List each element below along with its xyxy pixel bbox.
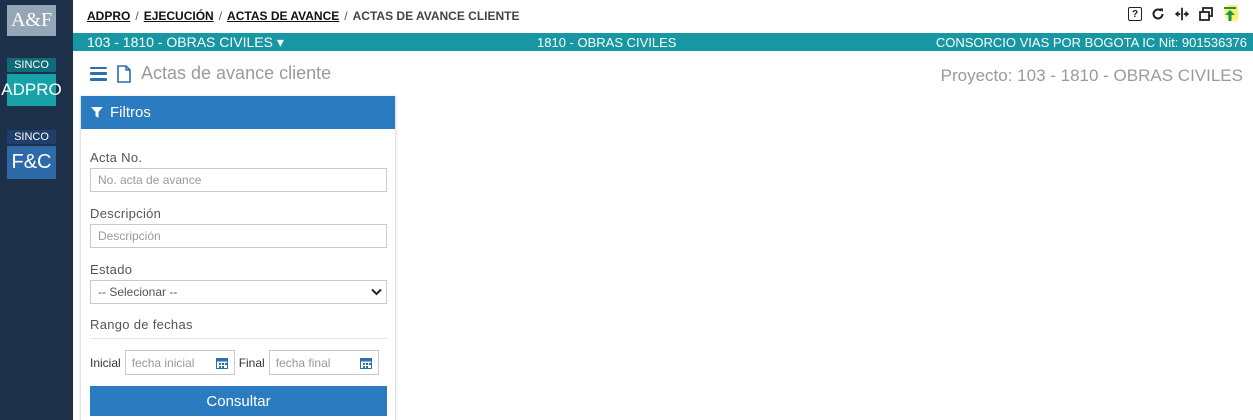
estado-select[interactable]: -- Selecionar -- — [90, 280, 387, 304]
fecha-final-placeholder: fecha final — [275, 355, 331, 370]
estado-selected-value: -- Selecionar -- — [98, 285, 178, 299]
rango-fechas-label: Rango de fechas — [90, 317, 193, 332]
inicial-label: Inicial — [90, 355, 121, 370]
project-label: Proyecto: 103 - 1810 - OBRAS CIVILES — [940, 66, 1243, 85]
project-center-label: 1810 - OBRAS CIVILES — [537, 35, 677, 50]
breadcrumb-separator: / — [135, 9, 139, 23]
company-label: CONSORCIO VIAS POR BOGOTA IC Nit: 901536… — [935, 35, 1247, 50]
scroll-top-icon[interactable] — [1222, 5, 1238, 23]
breadcrumb-current: ACTAS DE AVANCE CLIENTE — [352, 9, 520, 23]
module-adpro-logo[interactable]: ADPRO — [1, 74, 62, 106]
chevron-down-icon — [371, 288, 382, 296]
module-fc-logo[interactable]: F&C — [7, 146, 56, 179]
filters-header[interactable]: Filtros — [81, 96, 395, 129]
fecha-inicial-placeholder: fecha inicial — [131, 355, 195, 370]
divider — [90, 338, 387, 339]
date-range-row: Inicial fecha inicial Final fecha final — [90, 350, 383, 375]
descripcion-input[interactable] — [90, 224, 387, 248]
project-selector[interactable]: 103 - 1810 - OBRAS CIVILES ▾ — [87, 34, 284, 51]
help-icon[interactable]: ? — [1128, 7, 1142, 21]
filters-panel: Filtros Acta No. Descripción Estado -- S… — [80, 96, 396, 420]
breadcrumb-separator: / — [218, 9, 223, 23]
page-title: Actas de avance cliente — [141, 63, 332, 83]
breadcrumb-separator: / — [344, 9, 348, 23]
filter-icon — [91, 107, 103, 118]
module-af-logo[interactable]: A&F — [7, 5, 56, 36]
menu-icon[interactable] — [90, 66, 107, 81]
page-header: Actas de avance cliente — [90, 63, 331, 84]
module-sidebar: A&F SINCO ADPRO SINCO F&C — [0, 0, 73, 420]
acta-label: Acta No. — [90, 150, 143, 165]
acta-input[interactable] — [90, 168, 387, 192]
project-bar: 103 - 1810 - OBRAS CIVILES ▾ 1810 - OBRA… — [73, 33, 1253, 51]
document-icon — [117, 64, 131, 83]
fecha-final-input[interactable]: fecha final — [268, 350, 379, 375]
consultar-button[interactable]: Consultar — [90, 386, 387, 416]
calendar-icon[interactable] — [359, 357, 372, 369]
breadcrumb-ejecucion[interactable]: EJECUCIÓN — [144, 9, 214, 23]
module-fc-caption[interactable]: SINCO — [7, 130, 56, 144]
final-label: Final — [238, 355, 265, 370]
module-adpro-caption[interactable]: SINCO — [7, 58, 56, 72]
estado-label: Estado — [90, 262, 133, 277]
refresh-icon[interactable] — [1150, 5, 1166, 23]
split-view-icon[interactable] — [1174, 5, 1190, 23]
filters-title: Filtros — [110, 104, 151, 121]
fecha-inicial-input[interactable]: fecha inicial — [124, 350, 235, 375]
breadcrumb: ADPRO / EJECUCIÓN / ACTAS DE AVANCE / ACTAS DE… — [87, 9, 520, 23]
breadcrumb-actas-de-avance[interactable]: ACTAS DE AVANCE — [227, 9, 339, 23]
descripcion-label: Descripción — [90, 206, 162, 221]
breadcrumb-adpro[interactable]: ADPRO — [87, 9, 130, 23]
toolbar: ? — [1128, 5, 1238, 23]
calendar-icon[interactable] — [215, 357, 228, 369]
window-restore-icon[interactable] — [1198, 5, 1214, 23]
